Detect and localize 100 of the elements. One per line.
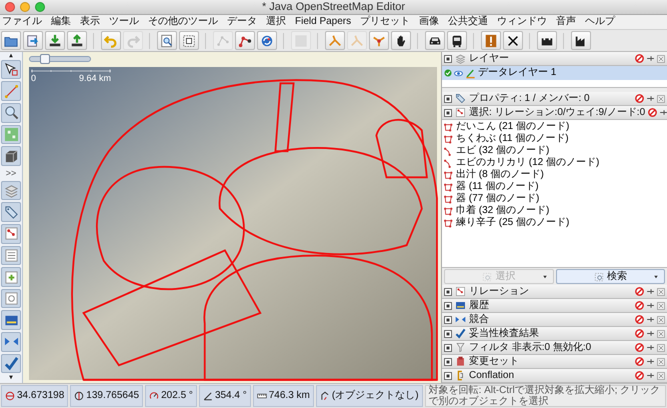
closed-way-icon xyxy=(444,206,453,216)
way-tool-icon xyxy=(238,34,252,48)
selection-item[interactable]: 練り辛子 (25 個のノード) xyxy=(456,218,570,228)
no-entry-icon xyxy=(635,357,644,366)
data-layer-icon xyxy=(465,68,476,78)
menu-item[interactable]: 編集 xyxy=(51,17,71,27)
dialog-header[interactable]: 妥当性検査結果 xyxy=(442,327,667,341)
toolbar-button[interactable] xyxy=(537,31,557,50)
selection-item[interactable]: 出汁 (8 個のノード) xyxy=(456,170,544,180)
closed-way-icon xyxy=(444,122,453,132)
dialog-header[interactable]: Conflation xyxy=(442,369,667,383)
menu-item[interactable]: 画像 xyxy=(419,17,440,27)
layers-icon xyxy=(455,53,466,64)
split-way-icon xyxy=(350,34,364,48)
search-icon xyxy=(594,272,604,282)
redo-icon xyxy=(126,34,140,48)
dialog-title: 競合 xyxy=(469,314,489,324)
menu-item[interactable]: ヘルプ xyxy=(585,17,616,27)
relation-icon xyxy=(455,286,466,297)
toolbar-button[interactable] xyxy=(179,31,199,50)
layer-name: データレイヤー 1 xyxy=(478,68,556,78)
tag-icon xyxy=(455,93,466,104)
menu-item[interactable]: プリセット xyxy=(360,17,410,27)
close-button[interactable] xyxy=(5,2,15,12)
dialog-header[interactable]: 変更セット xyxy=(442,355,667,369)
longitude-icon xyxy=(74,391,84,401)
menu-item[interactable]: ウィンドウ xyxy=(497,17,548,27)
selection-item[interactable]: 器 (77 個のノード) xyxy=(456,194,540,204)
closed-way-icon xyxy=(444,194,453,204)
layer-row[interactable]: データレイヤー 1 xyxy=(442,66,667,80)
scale-label: 9.64 km xyxy=(78,74,111,83)
dialog-title: Conflation xyxy=(469,370,514,380)
toolbar-button[interactable] xyxy=(571,31,591,50)
menu-item[interactable]: 公共交通 xyxy=(448,17,488,27)
menu-item[interactable]: その他のツール xyxy=(148,17,218,27)
close-icon xyxy=(657,288,665,296)
heading-icon xyxy=(149,391,160,401)
dialog-header[interactable]: 履歴 xyxy=(442,299,667,313)
menu-item[interactable]: データ xyxy=(227,17,257,27)
magnifier-document-icon xyxy=(160,34,174,48)
menu-item[interactable]: Field Papers xyxy=(295,17,352,27)
status-text: 354.4 ° xyxy=(214,391,247,401)
toolbar-button[interactable] xyxy=(45,31,65,50)
status-text: (オブジェクトなし) xyxy=(332,391,419,401)
open-way-icon xyxy=(444,146,453,156)
selection-item[interactable]: ちくわぶ (11 個のノード) xyxy=(456,134,569,144)
menu-item[interactable]: 表示 xyxy=(80,17,100,27)
no-entry-icon xyxy=(635,301,644,310)
menu-item[interactable]: 選択 xyxy=(266,17,286,27)
tool-button[interactable] xyxy=(1,60,21,80)
close-icon xyxy=(657,94,665,102)
dialog-title: 変更セット xyxy=(469,356,519,366)
selection-item[interactable]: だいこん (21 個のノード) xyxy=(456,122,570,132)
close-icon xyxy=(657,372,665,380)
refresh-icon xyxy=(260,34,274,48)
toolbar-button[interactable] xyxy=(67,31,87,50)
dialog-title: 履歴 xyxy=(469,300,489,310)
selection-item[interactable]: エビ (32 個のノード) xyxy=(456,146,550,156)
dialog-header[interactable]: リレーション xyxy=(442,285,667,299)
menu-item[interactable]: 音声 xyxy=(556,17,576,27)
no-entry-icon xyxy=(648,108,658,117)
slider-thumb[interactable] xyxy=(40,54,50,64)
no-entry-icon xyxy=(635,371,644,380)
toolbar-button[interactable] xyxy=(391,31,411,50)
toolbar-button[interactable] xyxy=(235,31,255,50)
toolbar-button[interactable] xyxy=(425,31,445,50)
angle-icon xyxy=(202,391,213,401)
pin-icon xyxy=(646,357,655,366)
dialog-button[interactable]: 検索 xyxy=(556,269,665,284)
dialog-title: リレーション xyxy=(469,286,529,296)
scroll-down-arrow-icon xyxy=(7,375,15,380)
zoom-button[interactable] xyxy=(35,2,45,12)
pin-icon xyxy=(646,371,655,380)
dialog-header[interactable]: 競合 xyxy=(442,313,667,327)
status-text: 139.765645 xyxy=(86,391,140,401)
no-entry-icon xyxy=(635,94,644,103)
relation-icon xyxy=(455,107,466,118)
toolbar-button[interactable] xyxy=(447,31,467,50)
selection-item[interactable]: 器 (11 個のノード) xyxy=(456,182,539,192)
pin-icon xyxy=(646,287,655,296)
menu-item[interactable]: ファイル xyxy=(2,17,42,27)
ruler-icon xyxy=(256,391,267,401)
toolbar-button[interactable] xyxy=(503,31,523,50)
selection-item[interactable]: エビのカリカリ (12 個のノード) xyxy=(456,158,600,168)
toolbar-button[interactable] xyxy=(157,31,177,50)
closed-way-icon xyxy=(444,134,453,144)
dialog-header[interactable]: 選択: リレーション:0/ウェイ:9/ノード:0 xyxy=(442,106,667,120)
more-tools-button[interactable]: >> xyxy=(6,168,16,179)
select-icon xyxy=(482,272,492,282)
cross-icon xyxy=(506,34,520,48)
toolbar-button[interactable] xyxy=(1,31,21,50)
zoom-slider[interactable] xyxy=(29,56,91,62)
dialog-header[interactable]: レイヤー xyxy=(442,52,667,66)
dialog-header[interactable]: プロパティ: 1 / メンバー: 0 xyxy=(442,92,667,106)
close-icon xyxy=(657,330,665,338)
dialog-header[interactable]: フィルタ 非表示:0 無効化:0 xyxy=(442,341,667,355)
window-title: * Java OpenStreetMap Editor xyxy=(262,2,406,12)
scale-label: 0 xyxy=(31,74,36,83)
dialog-title: 妥当性検査結果 xyxy=(469,328,539,338)
menu-item[interactable]: ツール xyxy=(109,17,139,27)
